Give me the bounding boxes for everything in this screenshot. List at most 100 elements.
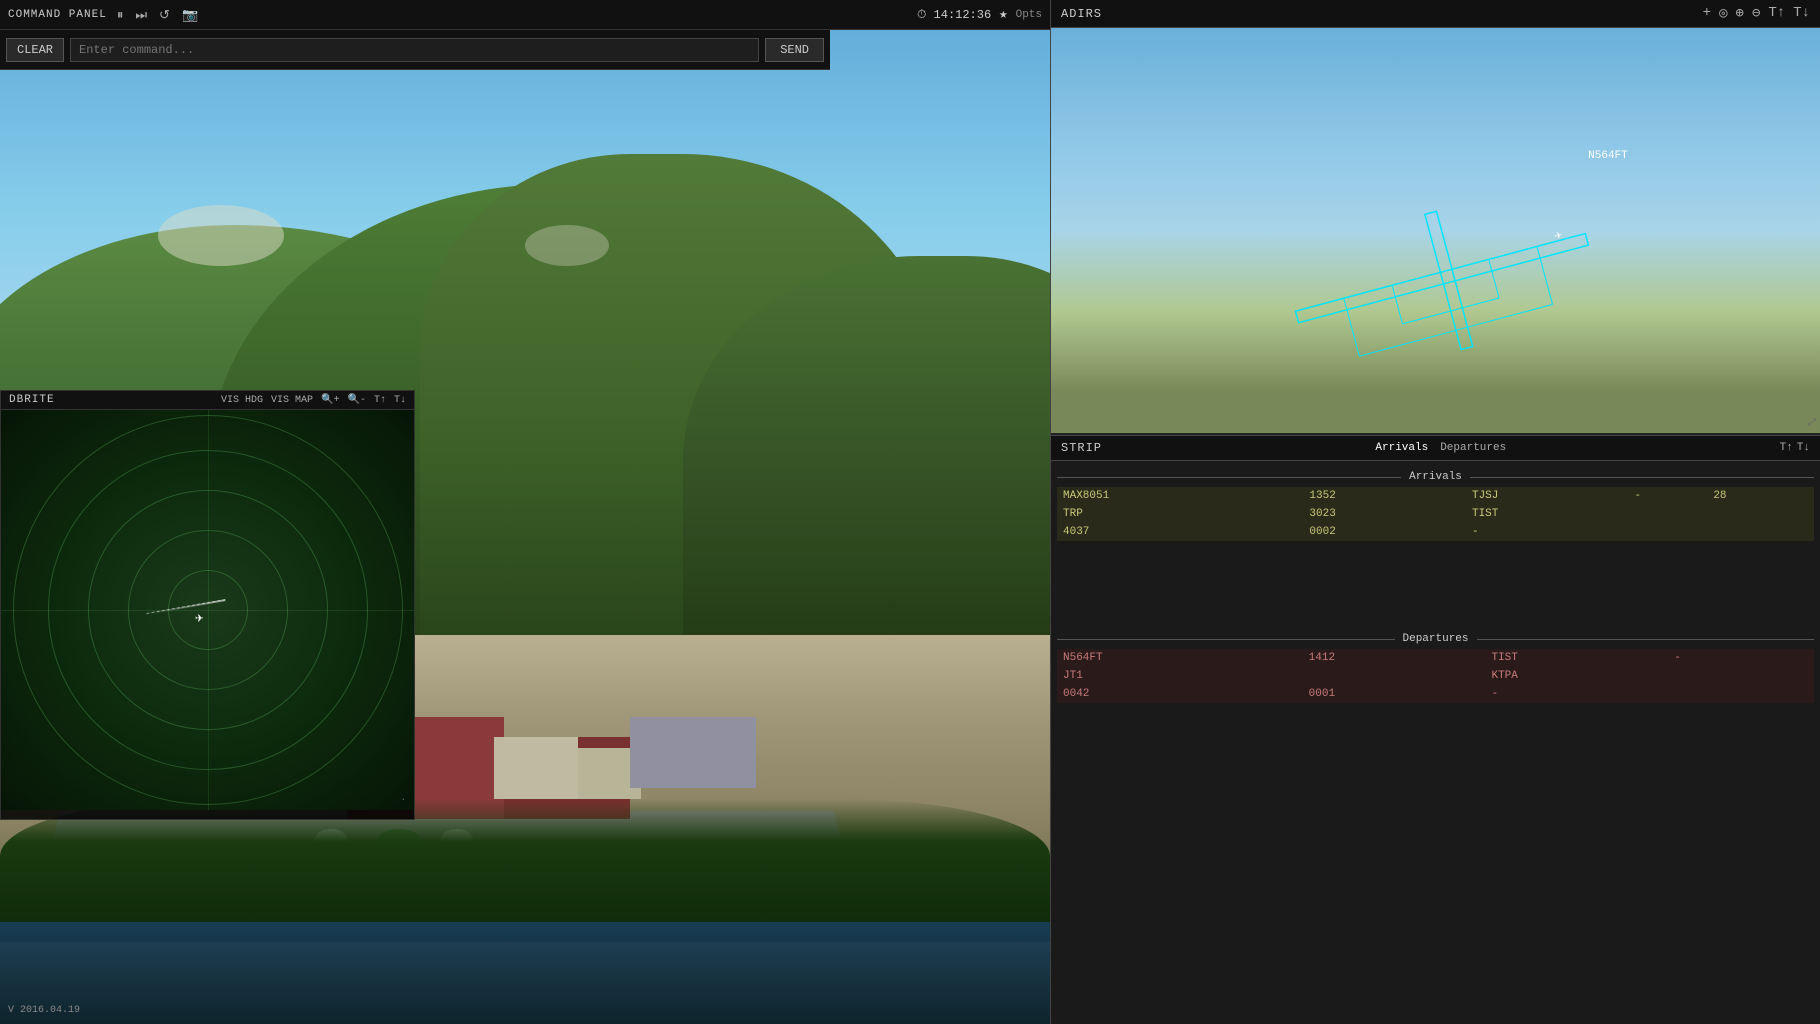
- radar-display: ✈ ·: [1, 410, 414, 810]
- time-cell: [1303, 667, 1486, 685]
- dbrite-header: DBRITE VIS HDG VIS MAP 🔍+ 🔍- T↑ T↓: [1, 391, 414, 410]
- zoom-out-button[interactable]: 🔍-: [348, 394, 366, 406]
- route-cell: -: [1629, 487, 1708, 505]
- strip-header: STRIP Arrivals Departures T↑ T↓: [1051, 436, 1820, 461]
- extra-cell: [1757, 685, 1814, 703]
- route-cell: [1629, 505, 1708, 523]
- dest-cell: TIST: [1485, 649, 1668, 667]
- forward-button[interactable]: ⏭: [133, 7, 149, 23]
- options-label[interactable]: Opts: [1016, 9, 1042, 21]
- table-row[interactable]: N564FT 1412 TIST -: [1057, 649, 1814, 667]
- table-row[interactable]: 0042 0001 -: [1057, 685, 1814, 703]
- time-value: 14:12:36: [934, 8, 992, 22]
- adirs-font-up-button[interactable]: T↑: [1768, 5, 1785, 22]
- strip-font-up[interactable]: T↑: [1780, 442, 1793, 454]
- strip-title: STRIP: [1061, 441, 1102, 455]
- pause-button[interactable]: ⏸: [115, 7, 126, 23]
- clear-button[interactable]: CLEAR: [6, 38, 64, 62]
- extra-cell: [1707, 505, 1814, 523]
- departures-line-right: [1477, 639, 1815, 640]
- adirs-zoom-out-button[interactable]: ⊖: [1752, 5, 1760, 22]
- dbrite-controls: VIS HDG VIS MAP 🔍+ 🔍- T↑ T↓: [221, 394, 406, 406]
- adirs-map: ✈ N564FT ⤢: [1051, 28, 1820, 433]
- command-panel: CLEAR SEND: [0, 30, 830, 70]
- arrivals-table: MAX8051 1352 TJSJ - 28 TRP 3023 TIST 403…: [1057, 487, 1814, 541]
- zoom-in-button[interactable]: 🔍+: [321, 394, 339, 406]
- send-button[interactable]: SEND: [765, 38, 824, 62]
- time-cell: 0001: [1303, 685, 1486, 703]
- dest-cell: -: [1485, 685, 1668, 703]
- font-down-button[interactable]: T↓: [394, 395, 406, 406]
- adirs-target-button[interactable]: ◎: [1719, 5, 1727, 22]
- callsign-cell: 0042: [1057, 685, 1303, 703]
- time-cell: 0002: [1303, 523, 1466, 541]
- airport-diagram-svg: ✈: [1224, 134, 1662, 431]
- table-row[interactable]: MAX8051 1352 TJSJ - 28: [1057, 487, 1814, 505]
- callsign-cell: TRP: [1057, 505, 1303, 523]
- arrivals-empty-area: [1057, 549, 1814, 629]
- route-cell: [1668, 685, 1757, 703]
- departures-line-left: [1057, 639, 1395, 640]
- vis-hdg-button[interactable]: VIS HDG: [221, 395, 263, 406]
- vis-map-button[interactable]: VIS MAP: [271, 395, 313, 406]
- arrivals-line-left: [1057, 477, 1401, 478]
- svg-text:✈: ✈: [1553, 227, 1564, 242]
- arrivals-label: Arrivals: [1409, 471, 1462, 483]
- extra-cell: [1757, 649, 1814, 667]
- arrivals-line-right: [1470, 477, 1814, 478]
- dest-cell: -: [1466, 523, 1629, 541]
- departures-section-header: Departures: [1057, 633, 1814, 645]
- adirs-header: ADIRS + ◎ ⊕ ⊖ T↑ T↓: [1051, 0, 1820, 28]
- callsign-cell: JT1: [1057, 667, 1303, 685]
- strip-font-down[interactable]: T↓: [1797, 442, 1810, 454]
- command-input[interactable]: [70, 38, 759, 62]
- callsign-cell: N564FT: [1057, 649, 1303, 667]
- top-bar: COMMAND PANEL ⏸ ⏭ ↺ 📷 ⏱ 14:12:36 ★ Opts: [0, 0, 1050, 30]
- dbrite-panel: DBRITE VIS HDG VIS MAP 🔍+ 🔍- T↑ T↓ ✈ ·: [0, 390, 415, 820]
- adirs-title: ADIRS: [1061, 7, 1102, 21]
- time-cell: 1352: [1303, 487, 1466, 505]
- radar-aircraft: ✈: [195, 610, 203, 627]
- dest-cell: TJSJ: [1466, 487, 1629, 505]
- expand-button[interactable]: ⤢: [1808, 417, 1816, 429]
- dbrite-title: DBRITE: [9, 394, 55, 406]
- aircraft-label: N564FT: [1588, 150, 1628, 162]
- extra-cell: [1757, 667, 1814, 685]
- dest-cell: KTPA: [1485, 667, 1668, 685]
- callsign-cell: 4037: [1057, 523, 1303, 541]
- adirs-panel: ADIRS + ◎ ⊕ ⊖ T↑ T↓ ✈: [1050, 0, 1820, 435]
- tab-departures[interactable]: Departures: [1440, 442, 1506, 454]
- table-row[interactable]: 4037 0002 -: [1057, 523, 1814, 541]
- strip-panel: STRIP Arrivals Departures T↑ T↓ Arrivals…: [1050, 435, 1820, 1024]
- strip-tabs: Arrivals Departures: [1375, 442, 1506, 454]
- refresh-button[interactable]: ↺: [157, 7, 172, 23]
- clock-icon: ⏱: [917, 8, 926, 22]
- command-panel-title: COMMAND PANEL: [8, 9, 107, 21]
- dest-cell: TIST: [1466, 505, 1629, 523]
- adirs-add-button[interactable]: +: [1703, 5, 1711, 22]
- font-up-button[interactable]: T↑: [374, 395, 386, 406]
- time-cell: 3023: [1303, 505, 1466, 523]
- table-row[interactable]: JT1 KTPA: [1057, 667, 1814, 685]
- callsign-cell: MAX8051: [1057, 487, 1303, 505]
- tab-arrivals[interactable]: Arrivals: [1375, 442, 1428, 454]
- table-row[interactable]: TRP 3023 TIST: [1057, 505, 1814, 523]
- route-cell: [1668, 667, 1757, 685]
- star-icon[interactable]: ★: [999, 6, 1007, 23]
- strip-font-controls: T↑ T↓: [1780, 442, 1810, 454]
- version-label: V 2016.04.19: [8, 1005, 80, 1016]
- adirs-font-down-button[interactable]: T↓: [1793, 5, 1810, 22]
- strip-content: Arrivals MAX8051 1352 TJSJ - 28 TRP 3023…: [1051, 461, 1820, 1014]
- departures-table: N564FT 1412 TIST - JT1 KTPA 0042 0001 -: [1057, 649, 1814, 703]
- radar-v-line: [208, 410, 209, 810]
- departures-label: Departures: [1403, 633, 1469, 645]
- camera-button[interactable]: 📷: [180, 7, 200, 23]
- adirs-zoom-in-button[interactable]: ⊕: [1736, 5, 1744, 22]
- route-cell: [1629, 523, 1708, 541]
- extra-cell: 28: [1707, 487, 1814, 505]
- dbrite-coord-dot: ·: [401, 795, 406, 805]
- extra-cell: [1707, 523, 1814, 541]
- clock-display: ⏱ 14:12:36: [917, 8, 991, 22]
- route-cell: -: [1668, 649, 1757, 667]
- arrivals-section-header: Arrivals: [1057, 471, 1814, 483]
